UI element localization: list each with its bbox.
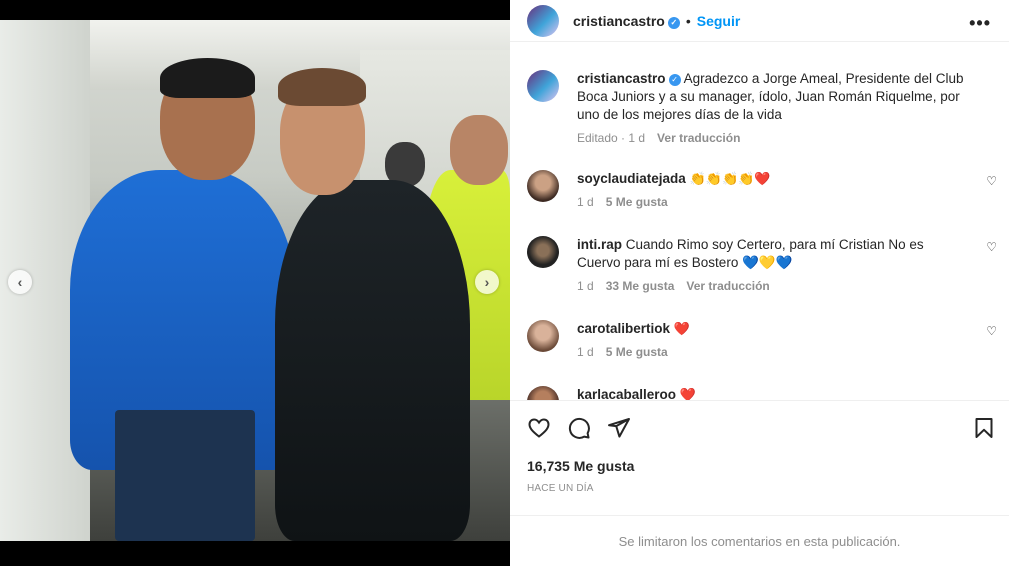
comment-likes[interactable]: 33 Me gusta <box>606 279 675 293</box>
comment-text: karlacaballeroo ❤️ <box>577 386 997 400</box>
photo-person-yellow-head <box>450 115 508 185</box>
comment-body: ❤️ <box>679 387 697 400</box>
comment-username[interactable]: soyclaudiatejada <box>577 171 686 186</box>
photo-person-black-hair <box>278 68 366 106</box>
post-actions: 16,735 Me gusta HACE UN DÍA <box>510 400 1009 515</box>
comment-body: ❤️ <box>673 321 690 336</box>
post-media: ‹ › <box>0 0 510 566</box>
caption-author-avatar[interactable] <box>527 70 559 102</box>
comment-time: 1 d <box>577 345 594 359</box>
comment-time: 1 d <box>577 195 594 209</box>
likes-count[interactable]: 16,735 Me gusta <box>527 458 634 474</box>
comment-avatar[interactable] <box>527 320 559 352</box>
comment-item: carotalibertiok ❤️ 1 d 5 Me gusta ♡ <box>527 320 997 359</box>
comment-time: 1 d <box>577 279 594 293</box>
post-side-panel: cristiancastro ✓ • Seguir ••• cristiancas… <box>510 0 1009 566</box>
caption-text: cristiancastro ✓ Agradezco a Jorge Ameal,… <box>577 70 997 124</box>
author-username[interactable]: cristiancastro ✓ <box>573 13 680 29</box>
comment-username[interactable]: inti.rap <box>577 237 622 252</box>
comments-limited-notice: Se limitaron los comentarios en esta pub… <box>510 515 1009 566</box>
verified-badge-icon: ✓ <box>667 16 680 29</box>
more-options-icon[interactable]: ••• <box>969 13 991 34</box>
verified-badge-icon: ✓ <box>668 74 681 86</box>
caption-translate-link[interactable]: Ver traducción <box>657 131 740 145</box>
comment-body: Cuando Rimo soy Certero, para mí Cristia… <box>577 237 924 270</box>
comment-likes[interactable]: 5 Me gusta <box>606 195 668 209</box>
comments-list: cristiancastro ✓ Agradezco a Jorge Ameal,… <box>510 55 1009 400</box>
comment-likes[interactable]: 5 Me gusta <box>606 345 668 359</box>
post-date[interactable]: HACE UN DÍA <box>527 483 594 494</box>
comment-avatar[interactable] <box>527 386 559 400</box>
photo-person-black-sweater <box>275 180 470 541</box>
comment-like-heart-icon[interactable]: ♡ <box>986 240 997 254</box>
author-avatar[interactable] <box>527 4 559 37</box>
like-heart-icon[interactable] <box>527 416 551 440</box>
comment-item: karlacaballeroo ❤️ <box>527 386 997 400</box>
chevron-right-icon: › <box>484 274 490 290</box>
comment-text: carotalibertiok ❤️ <box>577 320 997 338</box>
comment-bubble-icon[interactable] <box>567 416 591 440</box>
comment-username[interactable]: karlacaballeroo <box>577 387 676 400</box>
instagram-post-modal: ‹ › cristiancastro ✓ • Seguir ••• cristia… <box>0 0 1009 566</box>
comment-item: inti.rap Cuando Rimo soy Certero, para m… <box>527 236 997 293</box>
comment-avatar[interactable] <box>527 236 559 268</box>
chevron-left-icon: ‹ <box>17 274 23 290</box>
save-bookmark-icon[interactable] <box>972 416 996 440</box>
carousel-next-button[interactable]: › <box>475 270 499 294</box>
photo-person-blue-hair <box>160 58 255 98</box>
carousel-prev-button[interactable]: ‹ <box>8 270 32 294</box>
caption-item: cristiancastro ✓ Agradezco a Jorge Ameal,… <box>527 70 997 145</box>
comment-username[interactable]: carotalibertiok <box>577 321 670 336</box>
comment-meta: 1 d 5 Me gusta <box>577 345 997 359</box>
comment-text: soyclaudiatejada 👏👏👏👏❤️ <box>577 170 997 188</box>
comment-avatar[interactable] <box>527 170 559 202</box>
caption-edited: Editado · 1 d <box>577 131 646 145</box>
comment-item: soyclaudiatejada 👏👏👏👏❤️ 1 d 5 Me gusta ♡ <box>527 170 997 209</box>
comment-like-heart-icon[interactable]: ♡ <box>986 174 997 188</box>
follow-button[interactable]: Seguir <box>697 13 741 29</box>
caption-username[interactable]: cristiancastro <box>577 71 666 86</box>
caption-meta: Editado · 1 d Ver traducción <box>577 131 997 145</box>
header-separator: • <box>685 12 691 29</box>
comment-body: 👏👏👏👏❤️ <box>689 171 771 186</box>
post-header: cristiancastro ✓ • Seguir ••• <box>510 0 1009 42</box>
photo-person-blue-jeans <box>115 410 255 541</box>
share-send-icon[interactable] <box>607 416 631 440</box>
post-photo <box>0 20 510 541</box>
comment-translate-link[interactable]: Ver traducción <box>686 279 769 293</box>
comment-meta: 1 d 33 Me gusta Ver traducción <box>577 279 997 293</box>
comment-text: inti.rap Cuando Rimo soy Certero, para m… <box>577 236 997 272</box>
comment-meta: 1 d 5 Me gusta <box>577 195 997 209</box>
comment-like-heart-icon[interactable]: ♡ <box>986 324 997 338</box>
